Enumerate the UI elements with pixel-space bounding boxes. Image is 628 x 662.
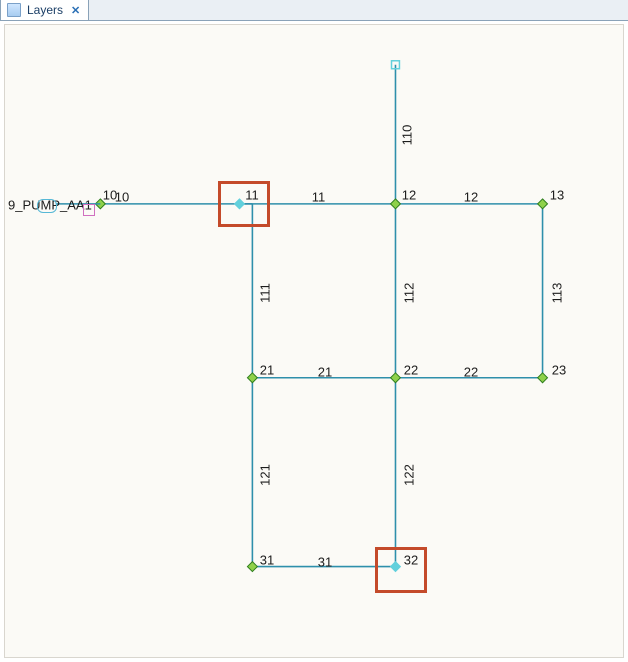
edge-label: 122 <box>402 464 417 486</box>
node-label: 31 <box>260 553 274 568</box>
pump-icon[interactable] <box>37 199 57 213</box>
edge-label: 11 <box>312 190 326 205</box>
edge-label: 12 <box>464 190 478 205</box>
network-svg <box>5 25 623 657</box>
node-label: 22 <box>404 363 418 378</box>
node-label: 13 <box>550 188 564 203</box>
edge-label: 113 <box>550 282 565 303</box>
edge-label: 112 <box>402 282 417 303</box>
edge-label: 110 <box>400 125 415 146</box>
tab-label: Layers <box>27 3 63 17</box>
layers-icon <box>7 3 21 17</box>
network-node[interactable] <box>247 373 257 383</box>
network-node[interactable] <box>391 373 401 383</box>
diagram-inner: 1011121101111121132122121122311011121321… <box>5 25 623 657</box>
valve-icon[interactable] <box>83 204 95 216</box>
close-icon[interactable]: ✕ <box>69 4 82 17</box>
node-label: 23 <box>552 363 566 378</box>
edge-label: 111 <box>258 283 273 303</box>
network-node[interactable] <box>538 373 548 383</box>
network-node[interactable] <box>538 199 548 209</box>
edge-label: 22 <box>464 365 478 380</box>
edge-label: 31 <box>318 555 332 570</box>
network-node[interactable] <box>391 562 401 572</box>
network-node[interactable] <box>247 562 257 572</box>
node-label: 10 <box>103 188 117 203</box>
node-label: 11 <box>245 188 259 203</box>
network-node[interactable] <box>391 199 401 209</box>
edge-label: 21 <box>318 365 332 380</box>
edge-label: 121 <box>258 464 273 486</box>
tab-layers[interactable]: Layers ✕ <box>0 0 89 20</box>
node-label: 12 <box>402 188 416 203</box>
network-node[interactable] <box>235 199 245 209</box>
node-label: 32 <box>404 553 418 568</box>
diagram-canvas[interactable]: 1011121101111121132122121122311011121321… <box>4 24 624 658</box>
node-label: 21 <box>260 363 274 378</box>
tab-bar: Layers ✕ <box>0 0 628 21</box>
